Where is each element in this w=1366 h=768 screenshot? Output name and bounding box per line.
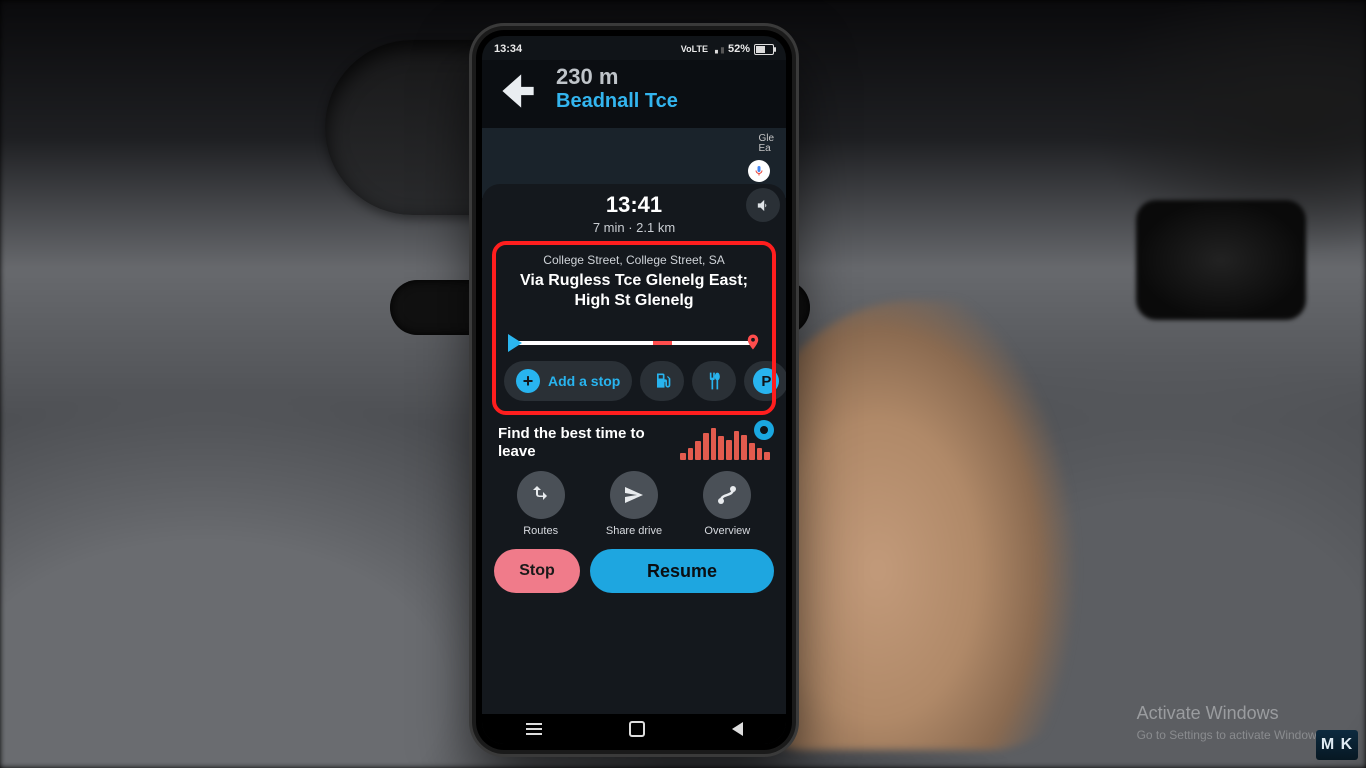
eta-time: 13:41 [494, 192, 774, 218]
android-nav-bar [482, 714, 786, 744]
destination-title: Via Rugless Tce Glenelg East; High St Gl… [504, 271, 764, 311]
route-card[interactable]: College Street, College Street, SA Via R… [494, 243, 774, 413]
send-icon [622, 483, 646, 507]
plus-icon: + [516, 369, 540, 393]
eta-block[interactable]: 13:41 7 min · 2.1 km [494, 192, 774, 235]
bottom-sheet: 13:41 7 min · 2.1 km College Street, Col… [482, 184, 786, 714]
watermark-sub: Go to Settings to activate Windows. [1137, 728, 1326, 742]
voice-search-button[interactable] [748, 160, 770, 182]
overview-label: Overview [704, 525, 750, 537]
recents-button[interactable] [526, 728, 542, 730]
parking-icon: P [753, 368, 779, 394]
eta-sub: 7 min · 2.1 km [494, 220, 774, 235]
progress-pin-icon [744, 331, 762, 353]
battery-icon [754, 44, 774, 55]
actions-row: Routes Share drive Overview [494, 469, 774, 537]
food-button[interactable] [692, 361, 736, 401]
add-stop-row: + Add a stop P [504, 361, 764, 401]
destination-subtitle: College Street, College Street, SA [504, 253, 764, 267]
channel-logo: M K [1316, 730, 1358, 760]
overview-button[interactable]: Overview [683, 471, 772, 537]
parking-button[interactable]: P [744, 361, 786, 401]
food-icon [704, 371, 724, 391]
fuel-icon [652, 371, 672, 391]
add-stop-label: Add a stop [548, 373, 620, 389]
best-time-row[interactable]: Find the best time to leave [494, 421, 774, 461]
turn-banner[interactable]: 230 m Beadnall Tce [482, 60, 786, 128]
turn-distance: 230 m [556, 66, 678, 88]
status-battery: 52% [728, 43, 750, 55]
stop-button[interactable]: Stop [494, 549, 580, 593]
routes-button[interactable]: Routes [496, 471, 585, 537]
share-drive-button[interactable]: Share drive [589, 471, 678, 537]
add-stop-button[interactable]: + Add a stop [504, 361, 632, 401]
car-knob [1136, 200, 1306, 320]
route-progress [508, 337, 760, 347]
watermark-title: Activate Windows [1137, 703, 1326, 724]
overview-icon [715, 483, 739, 507]
turn-left-icon [492, 66, 542, 116]
windows-watermark: Activate Windows Go to Settings to activ… [1137, 703, 1326, 742]
back-button[interactable] [732, 722, 743, 736]
traffic-eye-icon [754, 420, 774, 440]
routes-label: Routes [523, 525, 558, 537]
sound-toggle-button[interactable] [746, 188, 780, 222]
android-status-bar: 13:34 VoLTE 52% [482, 36, 786, 60]
bottom-buttons: Stop Resume [494, 545, 774, 601]
best-time-label: Find the best time to leave [498, 425, 648, 461]
routes-icon [529, 483, 553, 507]
traffic-sparkline [680, 426, 770, 460]
fuel-button[interactable] [640, 361, 684, 401]
phone-frame: 13:34 VoLTE 52% 230 m Beadnall Tce Gle E… [476, 30, 792, 750]
home-button[interactable] [629, 721, 645, 737]
turn-road: Beadnall Tce [556, 90, 678, 113]
status-time: 13:34 [494, 43, 522, 55]
share-label: Share drive [606, 525, 662, 537]
progress-start-icon [508, 334, 522, 352]
phone-screen: 13:34 VoLTE 52% 230 m Beadnall Tce Gle E… [482, 36, 786, 744]
resume-button[interactable]: Resume [590, 549, 774, 593]
map-place-label: Gle Ea [758, 134, 774, 154]
signal-icon [712, 45, 724, 54]
